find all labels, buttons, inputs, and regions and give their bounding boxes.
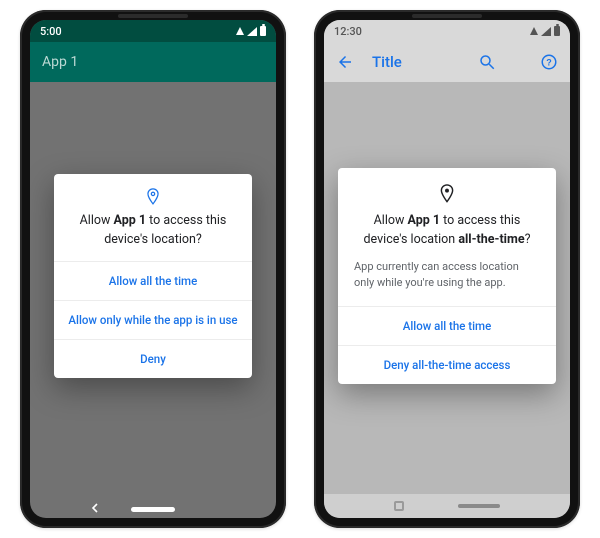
allow-all-time-button[interactable]: Allow all the time: [54, 261, 252, 300]
permission-dialog: Allow App 1 to access this device's loca…: [54, 174, 252, 377]
phone-frame-left: 5:00 App 1 Allow App 1 to access this de: [20, 10, 286, 528]
permission-dialog: Allow App 1 to access this device's loca…: [338, 168, 556, 383]
nav-recent-icon[interactable]: [394, 501, 404, 511]
location-icon: [338, 168, 556, 210]
nav-home-pill[interactable]: [131, 507, 175, 512]
allow-all-time-button[interactable]: Allow all the time: [338, 306, 556, 345]
dialog-scrim: Allow App 1 to access this device's loca…: [324, 20, 570, 518]
nav-bar: [324, 494, 570, 518]
nav-back-icon[interactable]: [90, 503, 100, 513]
deny-button[interactable]: Deny: [54, 339, 252, 378]
deny-all-time-button[interactable]: Deny all-the-time access: [338, 345, 556, 384]
screen: 5:00 App 1 Allow App 1 to access this de: [30, 20, 276, 518]
nav-home-pill[interactable]: [458, 504, 500, 508]
allow-while-in-use-button[interactable]: Allow only while the app is in use: [54, 300, 252, 339]
phone-frame-right: 12:30 Title ?: [314, 10, 580, 528]
location-icon: [54, 174, 252, 210]
dialog-title: Allow App 1 to access this device's loca…: [54, 210, 252, 260]
dialog-scrim: Allow App 1 to access this device's loca…: [30, 20, 276, 518]
screen: 12:30 Title ?: [324, 20, 570, 518]
earpiece: [118, 14, 188, 18]
dialog-subtitle: App currently can access location only w…: [338, 257, 556, 306]
dialog-title: Allow App 1 to access this device's loca…: [338, 210, 556, 256]
earpiece: [412, 14, 482, 18]
